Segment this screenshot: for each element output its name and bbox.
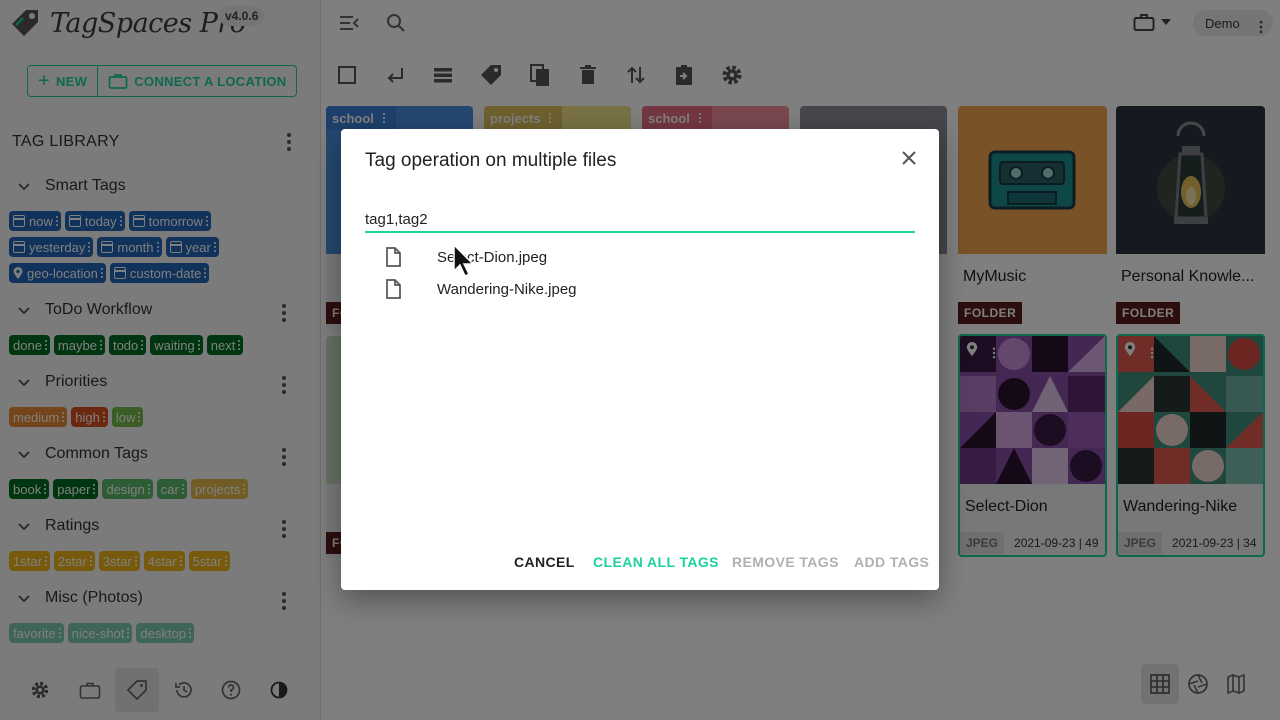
close-icon: [902, 151, 916, 165]
remove-tags-button[interactable]: REMOVE TAGS: [732, 554, 839, 570]
file-icon: [386, 247, 401, 267]
file-icon: [386, 279, 401, 299]
file-list-item: Select-Dion.jpeg: [383, 243, 547, 271]
dialog-title: Tag operation on multiple files: [365, 150, 617, 171]
file-name: Wandering-Nike.jpeg: [437, 280, 577, 298]
cancel-button[interactable]: CANCEL: [514, 554, 575, 570]
clean-all-tags-button[interactable]: CLEAN ALL TAGS: [593, 554, 719, 570]
tags-input[interactable]: [365, 207, 915, 233]
file-list-item: Wandering-Nike.jpeg: [383, 275, 577, 303]
close-button[interactable]: [900, 149, 918, 167]
add-tags-button[interactable]: ADD TAGS: [854, 554, 929, 570]
tag-operation-dialog: Tag operation on multiple files Select-D…: [341, 129, 939, 590]
mouse-pointer-icon: [453, 243, 475, 278]
